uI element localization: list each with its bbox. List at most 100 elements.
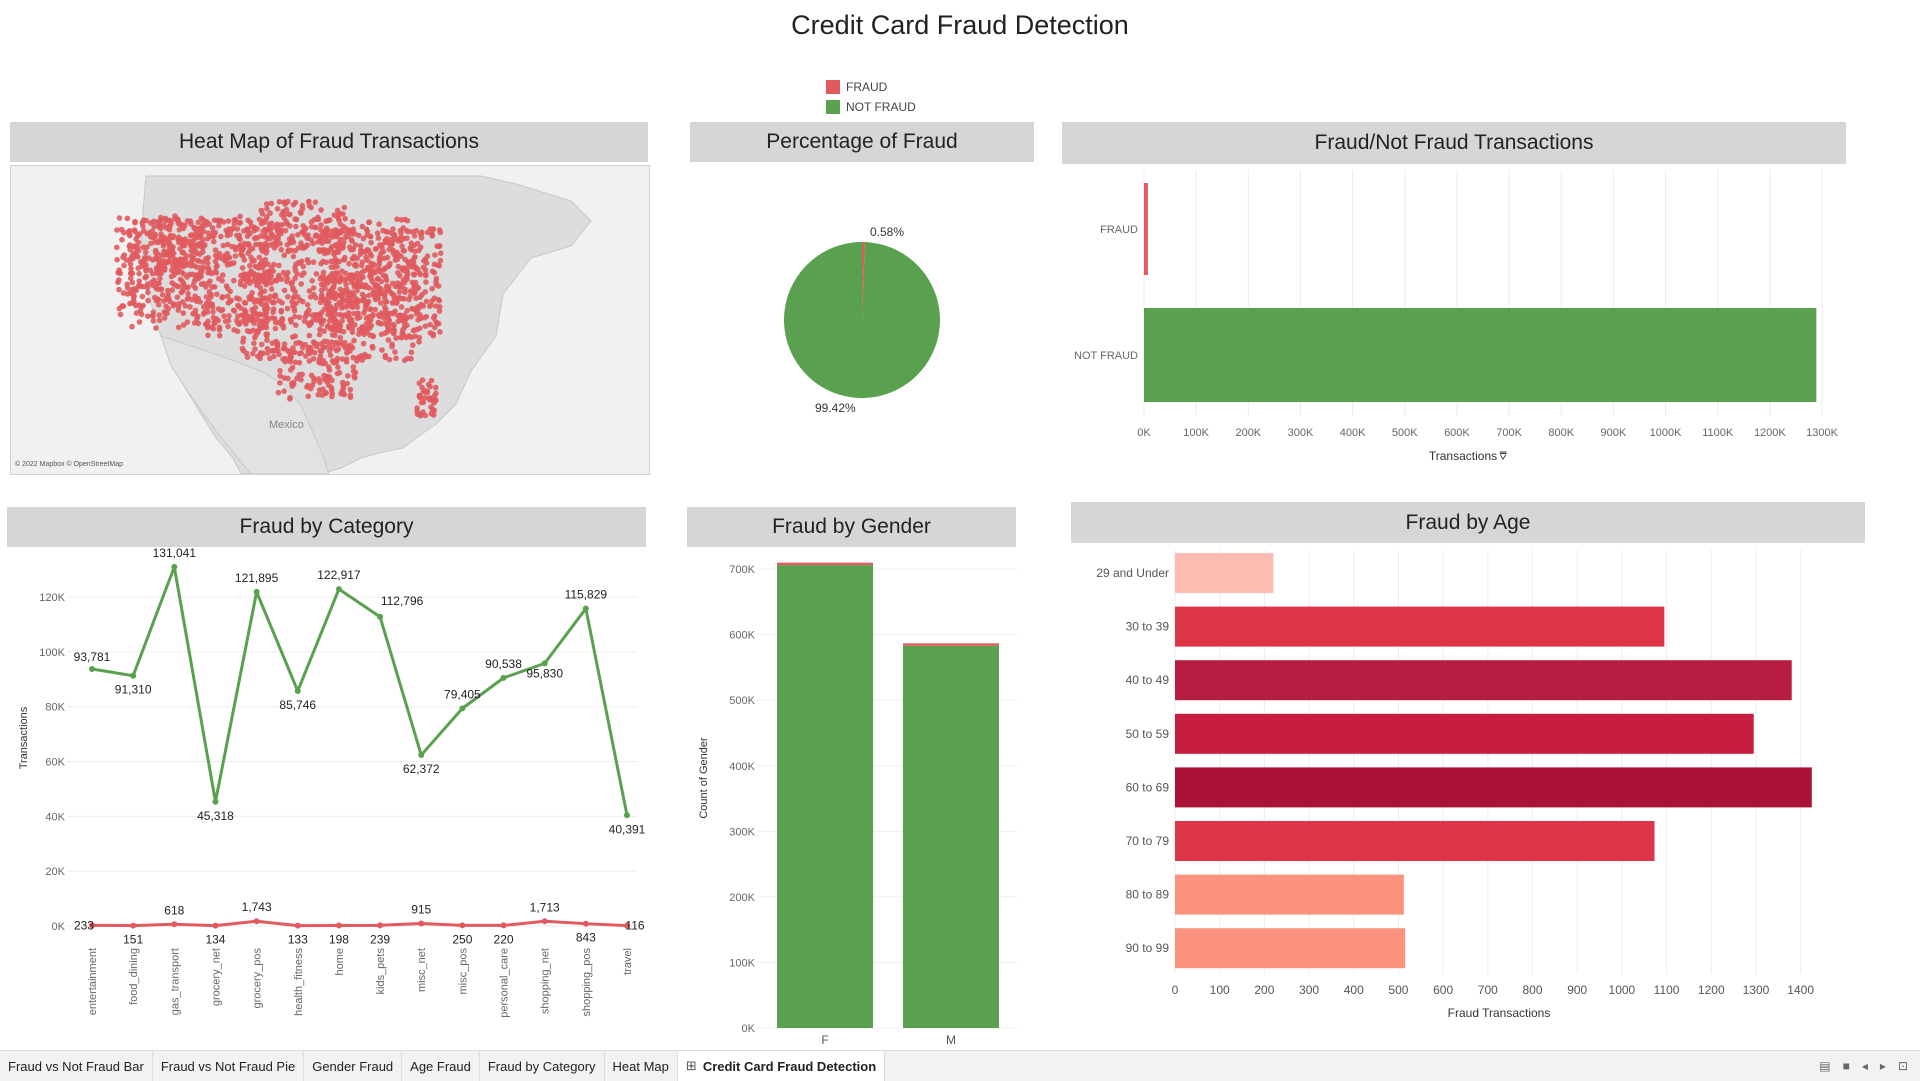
data-label-fraud: 220 — [494, 932, 514, 946]
y-category-label: 60 to 69 — [1126, 780, 1170, 794]
stacked-segment-f-not-fraud — [777, 565, 873, 1028]
data-label-fraud: 133 — [288, 933, 308, 947]
data-point — [335, 586, 342, 593]
scroll-left-icon[interactable]: ◂ — [1862, 1059, 1868, 1073]
tab-credit-card-fraud-detection[interactable]: ⊞ Credit Card Fraud Detection — [677, 1051, 886, 1081]
x-category-label: M — [946, 1033, 956, 1047]
x-category-label: misc_net — [416, 948, 428, 992]
x-tick-label: 800 — [1523, 983, 1543, 997]
data-point — [459, 922, 466, 929]
tab-fraud-vs-not-fraud-pie[interactable]: Fraud vs Not Fraud Pie — [153, 1051, 305, 1081]
tab-gender-fraud[interactable]: Gender Fraud — [304, 1051, 403, 1081]
show-sheet-sorter-icon[interactable]: ▤ — [1819, 1059, 1830, 1073]
y-tick-label: 700K — [729, 564, 755, 576]
x-tick-label: 1200K — [1754, 427, 1786, 439]
data-point — [582, 605, 589, 612]
heatmap-panel-title: Heat Map of Fraud Transactions — [10, 122, 648, 162]
data-point — [253, 918, 260, 925]
x-tick-label: 700K — [1496, 427, 1522, 439]
x-tick-label: 1300K — [1806, 427, 1838, 439]
data-label-fraud: 1,713 — [530, 900, 560, 914]
data-label-not-fraud: 91,310 — [115, 683, 152, 697]
tab-heat-map[interactable]: Heat Map — [605, 1051, 678, 1081]
sort-icon: ⩢ — [1499, 449, 1507, 463]
x-category-label: home — [334, 948, 346, 976]
map-attribution[interactable]: © 2022 Mapbox © OpenStreetMap — [15, 460, 123, 468]
data-label-not-fraud: 112,796 — [381, 594, 424, 608]
y-axis-title: Transactions — [18, 706, 30, 769]
data-label-fraud: 1,743 — [242, 900, 272, 914]
x-category-label: kids_pets — [375, 948, 387, 995]
data-label-not-fraud: 62,372 — [403, 762, 440, 776]
x-tick-label: 700 — [1478, 983, 1498, 997]
data-label-not-fraud: 121,895 — [235, 571, 279, 585]
y-tick-label: 400K — [729, 761, 755, 773]
data-point — [171, 563, 178, 570]
heatmap-map[interactable]: Mexico © 2022 Mapbox © OpenStreetMap — [10, 165, 650, 475]
bar-fraud — [1144, 183, 1148, 275]
category-panel-title: Fraud by Category — [7, 507, 646, 547]
data-label-not-fraud: 90,538 — [485, 657, 522, 671]
legend-label-fraud: FRAUD — [846, 80, 888, 94]
x-tick-label: 500 — [1388, 983, 1408, 997]
tab-controls: ▤ ■ ◂ ▸ ⊡ — [1819, 1059, 1920, 1073]
legend-item-fraud[interactable]: FRAUD — [826, 77, 916, 97]
data-label-not-fraud: 131,041 — [153, 548, 197, 560]
y-category-label: 90 to 99 — [1126, 941, 1170, 955]
x-category-label: shopping_pos — [581, 948, 593, 1017]
x-tick-label: 800K — [1548, 427, 1574, 439]
data-point — [500, 674, 507, 681]
x-tick-label: 0K — [1137, 427, 1151, 439]
category-line-chart: 0K 20K 40K 60K 80K 100K 120K Transactions entert… — [18, 548, 646, 1018]
data-label-not-fraud: 95,830 — [526, 666, 563, 680]
scroll-right-icon[interactable]: ▸ — [1880, 1059, 1886, 1073]
color-legend: FRAUD NOT FRAUD — [826, 77, 916, 117]
fraud-bar-chart: 0K 100K 200K 300K 400K 500K 600K 700K 800K 900K 10… — [1074, 170, 1839, 463]
presentation-mode-icon[interactable]: ⊡ — [1898, 1059, 1908, 1073]
y-tick-label: 300K — [729, 826, 755, 838]
stacked-segment-m-not-fraud — [903, 645, 999, 1028]
data-point — [582, 920, 589, 927]
age-bar-70-to-79 — [1175, 821, 1655, 861]
x-tick-label: 1000K — [1650, 427, 1682, 439]
data-point — [294, 687, 301, 694]
x-category-label: grocery_net — [210, 948, 222, 1006]
pie-label-fraud: 0.58% — [870, 225, 904, 239]
stacked-segment-f-fraud — [777, 562, 873, 566]
show-filmstrip-icon[interactable]: ■ — [1843, 1059, 1850, 1073]
data-point — [377, 613, 384, 620]
x-tick-label: 600 — [1433, 983, 1453, 997]
x-tick-label: 1200 — [1698, 983, 1725, 997]
x-axis-title: Fraud Transactions — [1448, 1006, 1551, 1020]
data-label-not-fraud: 85,746 — [279, 698, 316, 712]
data-label-not-fraud: 45,318 — [197, 809, 234, 823]
x-category-label: health_fitness — [293, 948, 305, 1016]
tab-fraud-by-category[interactable]: Fraud by Category — [480, 1051, 605, 1081]
stacked-segment-m-fraud — [903, 643, 999, 646]
data-point — [335, 922, 342, 929]
tab-age-fraud[interactable]: Age Fraud — [402, 1051, 480, 1081]
bar-not-fraud — [1144, 308, 1817, 402]
x-tick-label: 500K — [1392, 427, 1418, 439]
data-label-fraud: 116 — [625, 919, 644, 933]
x-category-label: misc_pos — [457, 948, 469, 995]
x-tick-label: 200K — [1235, 427, 1261, 439]
data-point — [212, 798, 219, 805]
data-point — [541, 918, 548, 925]
legend-item-not-fraud[interactable]: NOT FRAUD — [826, 97, 916, 117]
x-tick-label: 1100 — [1654, 983, 1680, 997]
data-point — [418, 920, 425, 927]
tab-fraud-vs-not-fraud-bar[interactable]: Fraud vs Not Fraud Bar — [0, 1051, 153, 1081]
fraud-bar-panel-title: Fraud/Not Fraud Transactions — [1062, 122, 1846, 164]
x-category-label: personal_care — [499, 948, 511, 1018]
legend-swatch-fraud — [826, 80, 840, 94]
data-point — [130, 922, 137, 929]
x-tick-label: 1400 — [1787, 983, 1814, 997]
data-point — [171, 921, 178, 928]
data-point — [89, 665, 95, 672]
legend-swatch-not-fraud — [826, 100, 840, 114]
y-tick-label: 500K — [729, 695, 755, 707]
x-category-label: F — [821, 1033, 828, 1047]
data-point — [130, 672, 137, 679]
y-category-label: 80 to 89 — [1126, 888, 1170, 902]
